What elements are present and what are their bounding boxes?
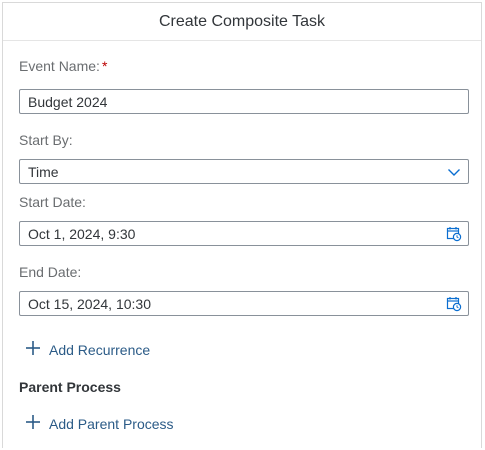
calendar-clock-icon[interactable] [440, 222, 468, 245]
start-by-label: Start By: [19, 132, 73, 148]
add-recurrence-button[interactable]: Add Recurrence [25, 340, 150, 359]
end-date-value: Oct 15, 2024, 10:30 [28, 295, 151, 312]
start-date-value: Oct 1, 2024, 9:30 [28, 225, 136, 242]
plus-icon [25, 340, 41, 359]
event-name-label-text: Event Name: [19, 58, 100, 74]
plus-icon [25, 414, 41, 433]
end-date-picker[interactable]: Oct 15, 2024, 10:30 [19, 291, 469, 316]
dialog-title: Create Composite Task [159, 12, 325, 30]
calendar-clock-icon[interactable] [440, 292, 468, 315]
add-parent-process-button[interactable]: Add Parent Process [25, 414, 174, 433]
parent-process-title: Parent Process [19, 379, 121, 395]
event-name-label: Event Name: * [19, 58, 107, 74]
start-date-picker[interactable]: Oct 1, 2024, 9:30 [19, 221, 469, 246]
start-by-selected-value: Time [28, 163, 59, 180]
add-recurrence-label: Add Recurrence [49, 341, 151, 358]
required-asterisk: * [101, 58, 108, 74]
start-date-label: Start Date: [19, 194, 86, 210]
chevron-down-icon[interactable] [440, 160, 468, 183]
event-name-input[interactable]: Budget 2024 [19, 89, 469, 114]
event-name-value: Budget 2024 [28, 93, 108, 110]
add-parent-process-label: Add Parent Process [49, 415, 174, 432]
start-by-select[interactable]: Time [19, 159, 469, 184]
create-composite-task-dialog: Create Composite Task Event Name: * Budge… [2, 2, 482, 448]
end-date-label: End Date: [19, 264, 82, 280]
dialog-header: Create Composite Task [3, 3, 481, 41]
